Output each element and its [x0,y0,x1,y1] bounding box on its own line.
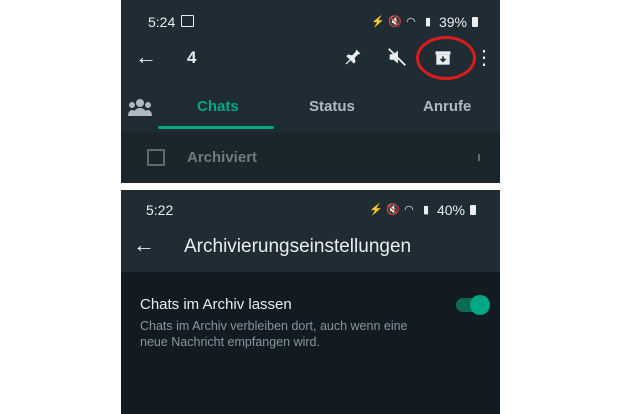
tab-chats[interactable]: Chats [197,98,239,115]
app-bar: ← 4 ⋮ [121,36,500,80]
archive-folder-icon [147,149,165,166]
archived-label: Archiviert [187,149,258,166]
setting-title: Chats im Archiv lassen [140,296,292,313]
status-icons-2: ⚡ 🔇 ◠ ▮ 40% [369,202,476,218]
tab-status[interactable]: Status [309,98,355,115]
battery-saver-icon: ⚡ [370,16,385,28]
back-arrow-icon[interactable]: ← [135,44,157,69]
mute-icon: 🔇 [387,16,402,28]
status-bar: 5:24 ⚡ 🔇 ◠ ▮ 39% [121,0,500,40]
status-bar-2: 5:22 ⚡ 🔇 ◠ ▮ 40% [121,190,500,230]
chats-screen: 5:24 ⚡ 🔇 ◠ ▮ 39% ← 4 ⋮ Chats Status Anru… [121,0,500,183]
signal-icon: ▮ [424,16,431,28]
status-time-2: 5:22 [146,202,174,218]
selected-count: 4 [187,48,197,67]
keep-archived-toggle[interactable] [456,295,490,315]
pin-icon[interactable] [341,45,365,69]
archive-settings-screen: 5:22 ⚡ 🔇 ◠ ▮ 40% ← Archivierungseinstell… [121,190,500,414]
tab-bar: Chats Status Anrufe [121,88,500,130]
keep-archived-setting[interactable]: Chats im Archiv lassen Chats im Archiv v… [121,290,500,360]
status-time: 5:24 [148,14,176,30]
community-icon[interactable] [127,96,153,118]
battery-saver-icon-2: ⚡ [368,204,383,216]
mute-icon-2: 🔇 [385,204,400,216]
toggle-knob [470,295,490,315]
battery-icon-2 [470,205,476,215]
setting-description: Chats im Archiv verbleiben dort, auch we… [140,319,408,349]
status-icons: ⚡ 🔇 ◠ ▮ 39% [371,14,478,30]
archived-count-dot [478,154,480,161]
signal-icon-2: ▮ [422,204,429,216]
gallery-notification-icon [181,15,194,27]
active-tab-indicator [158,126,274,129]
mute-notifications-icon[interactable] [385,45,409,69]
archive-button-icon[interactable] [431,46,455,70]
wifi-icon: ◠ [406,16,416,28]
tab-calls[interactable]: Anrufe [423,98,471,115]
page-title: Archivierungseinstellungen [184,236,412,257]
wifi-icon-2: ◠ [404,204,414,216]
more-options-icon[interactable]: ⋮ [474,45,494,69]
battery-level-2: 40% [436,202,465,218]
battery-icon [472,17,478,27]
battery-level: 39% [438,14,467,30]
back-arrow-icon-2[interactable]: ← [133,232,155,257]
archived-row[interactable]: Archiviert [121,132,500,183]
